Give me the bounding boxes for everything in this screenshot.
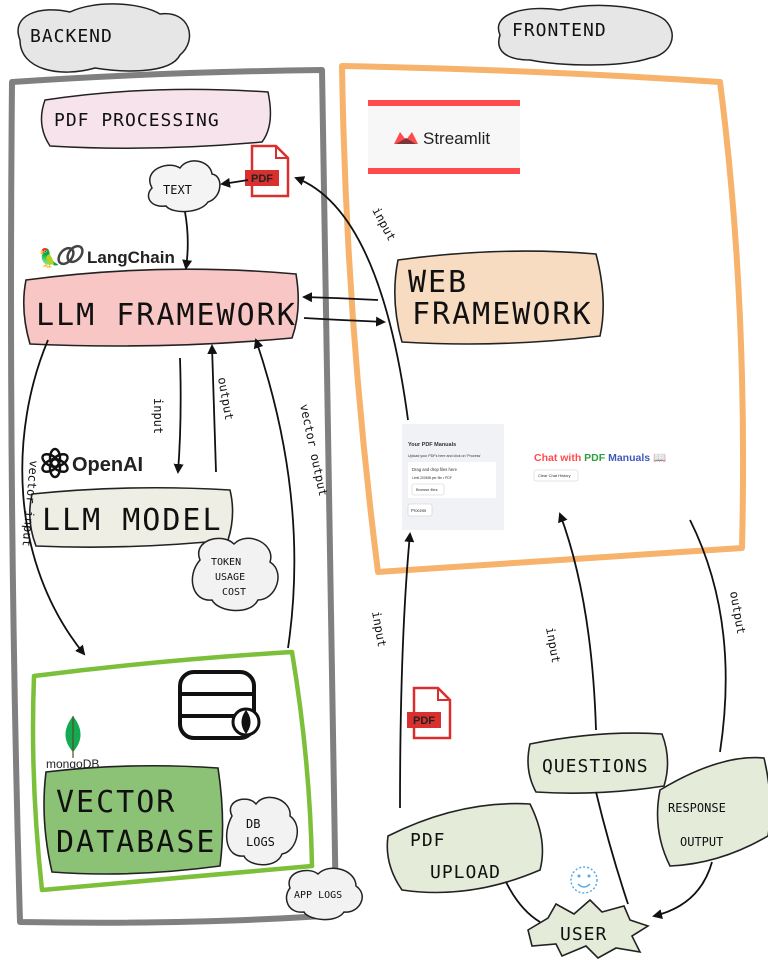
backend-header: BACKEND — [17, 3, 191, 73]
openai-logo: OpenAI — [41, 447, 143, 479]
pdf-processing-title: PDF PROCESSING — [54, 110, 220, 131]
chain-link-icon — [57, 244, 84, 266]
chat-title: Chat with PDF Manuals 📖 — [534, 452, 666, 464]
app-logs-label: APP LOGS — [294, 890, 342, 901]
architecture-diagram: BACKEND FRONTEND PDF PROCESSING TEXT PDF… — [8, 3, 768, 959]
token-line-2: USAGE — [215, 572, 245, 583]
app-logs-cloud: APP LOGS — [285, 867, 363, 921]
web-framework-node: WEB FRAMEWORK — [394, 250, 604, 345]
questions-node: QUESTIONS — [527, 732, 669, 794]
db-logs-line-1: DB — [246, 817, 260, 831]
llm-model-node: LLM MODEL — [28, 486, 234, 548]
langchain-logo: 🦜 LangChain — [38, 244, 175, 269]
pdf-upload-icon: PDF — [407, 686, 452, 740]
vector-db-line-2: DATABASE — [56, 825, 217, 860]
label-input-web: input — [369, 205, 398, 243]
frontend-title: FRONTEND — [512, 20, 607, 41]
label-input-upload: input — [369, 610, 389, 648]
arrow-questions-from-user — [595, 791, 629, 905]
openai-icon — [41, 447, 69, 479]
response-output-node: RESPONSE OUTPUT — [656, 756, 768, 867]
llm-framework-node: LLM FRAMEWORK — [22, 268, 300, 347]
app-chat-preview: Chat with PDF Manuals 📖 Clear Chat Histo… — [533, 452, 666, 482]
framework-arrows — [294, 176, 409, 421]
db-logs-cloud: DB LOGS — [225, 796, 299, 866]
sidebar-hint: Upload your PDFs here and click on 'Proc… — [408, 454, 481, 458]
arrow-web-to-llm — [302, 292, 379, 303]
token-line-3: COST — [222, 587, 246, 598]
chat-title-prefix: Chat with — [534, 452, 584, 464]
chat-title-pdf: PDF — [584, 452, 606, 464]
label-output-response: output — [727, 590, 748, 635]
pdf-file-icon: PDF — [245, 144, 290, 198]
vector-database-node: VECTOR DATABASE — [43, 764, 224, 875]
questions-label: QUESTIONS — [542, 756, 649, 777]
web-framework-line-2: FRAMEWORK — [412, 297, 593, 332]
pdf-upload-icon-label: PDF — [413, 715, 435, 727]
streamlit-logo: Streamlit — [368, 100, 520, 174]
browse-files-label: Browse files — [416, 487, 438, 492]
sidebar-title: Your PDF Manuals — [408, 442, 456, 448]
process-label: Process — [411, 508, 426, 513]
pdf-processing-section: PDF PROCESSING — [40, 88, 272, 149]
database-icon — [178, 670, 261, 740]
pdf-icon-label: PDF — [251, 173, 273, 185]
llm-model-label: LLM MODEL — [42, 503, 223, 538]
arrow-questions-to-ui — [558, 512, 597, 731]
arrow-model-to-framework — [207, 344, 218, 473]
drop-zone-limit: Limit 200MB per file • PDF — [412, 476, 452, 480]
frontend-header: FRONTEND — [497, 4, 673, 66]
web-framework-line-1: WEB — [408, 265, 468, 300]
label-input-questions: input — [543, 626, 563, 664]
response-line-2: OUTPUT — [680, 835, 723, 849]
mongodb-logo: mongoDB. — [46, 716, 103, 771]
text-cloud: TEXT — [147, 160, 221, 213]
token-line-1: TOKEN — [211, 557, 241, 568]
streamlit-label: Streamlit — [423, 129, 490, 148]
label-input-model: input — [151, 398, 165, 434]
user-label: USER — [560, 924, 607, 945]
drop-zone-text: Drag and drop files here — [412, 467, 458, 472]
label-output-model: output — [215, 376, 236, 421]
arrow-framework-to-model — [173, 357, 184, 474]
arrow-response-to-user — [652, 861, 713, 919]
langchain-label: LangChain — [87, 248, 175, 267]
arrow-upload-to-ui — [399, 532, 415, 809]
parrot-icon: 🦜 — [38, 247, 60, 269]
arrow-ui-to-response — [689, 519, 727, 753]
arrow-text-to-framework — [182, 211, 193, 270]
text-cloud-label: TEXT — [163, 183, 192, 197]
openai-label: OpenAI — [72, 454, 143, 476]
backend-title: BACKEND — [30, 26, 113, 47]
user-node: USER — [527, 898, 650, 959]
app-sidebar-preview: Your PDF Manuals Upload your PDFs here a… — [402, 424, 504, 530]
pdf-upload-line-1: PDF — [410, 830, 446, 851]
clear-chat-label: Clear Chat History — [538, 473, 571, 478]
vector-db-line-1: VECTOR — [56, 785, 176, 820]
arrow-vector-output — [253, 338, 296, 649]
response-line-1: RESPONSE — [668, 801, 726, 815]
chat-title-suffix: Manuals 📖 — [605, 452, 666, 464]
arrow-pdf-to-text — [220, 177, 249, 188]
user-face-icon — [570, 866, 598, 894]
llm-framework-label: LLM FRAMEWORK — [36, 298, 297, 333]
arrow-llm-to-web — [303, 316, 386, 327]
db-logs-line-2: LOGS — [246, 835, 275, 849]
token-usage-cloud: TOKEN USAGE COST — [191, 537, 279, 612]
pdf-upload-line-2: UPLOAD — [430, 862, 501, 883]
pdf-upload-node: PDF UPLOAD — [386, 802, 544, 894]
arrow-upload-from-user — [505, 881, 541, 923]
